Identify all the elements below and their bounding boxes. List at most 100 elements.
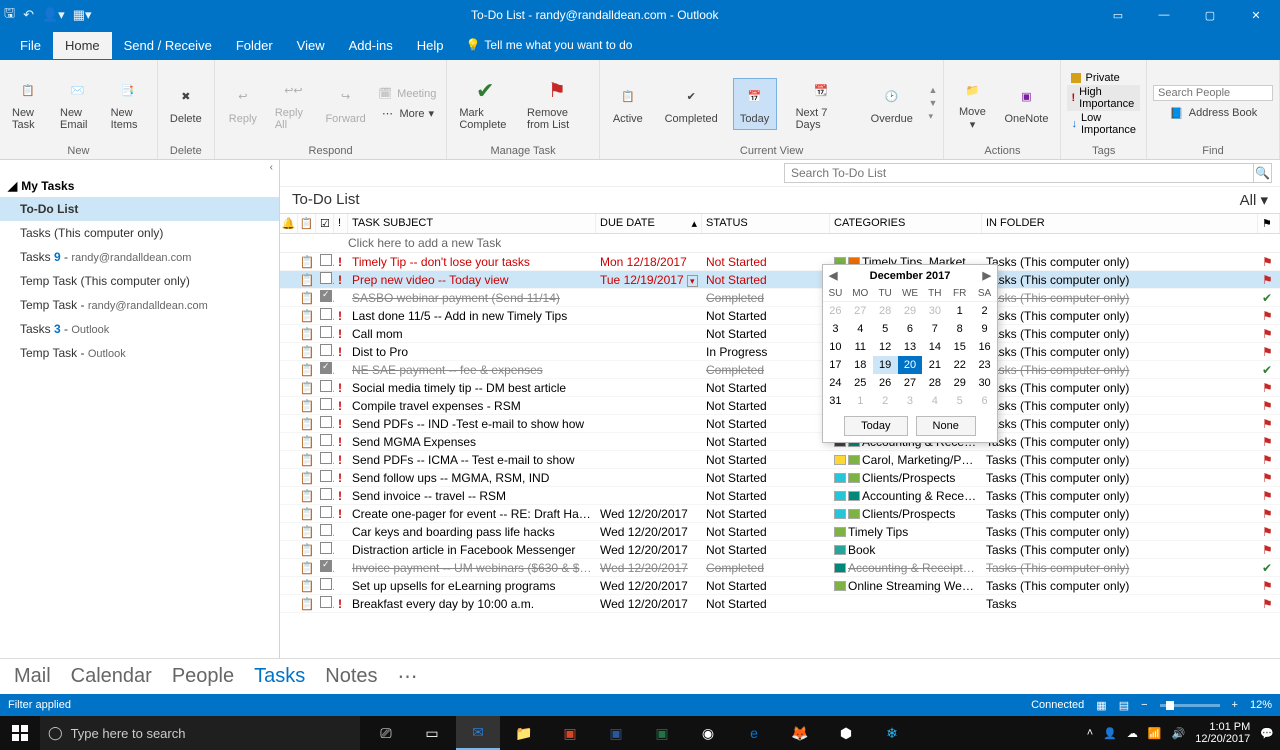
task-flag-icon[interactable]: ⚑ [1258,471,1280,485]
task-complete-checkbox[interactable] [316,452,334,467]
remove-from-list-button[interactable]: ⚑Remove from List [521,75,593,133]
task-due-date[interactable]: Wed 12/20/2017 [596,597,702,611]
menu-tab-addins[interactable]: Add-ins [337,32,405,59]
calendar-day[interactable]: 1 [848,392,873,410]
task-flag-icon[interactable]: ⚑ [1258,255,1280,269]
new-task-field[interactable]: Click here to add a new Task [280,234,1280,253]
tray-clock[interactable]: 1:01 PM12/20/2017 [1195,721,1250,745]
calendar-day[interactable]: 13 [898,338,923,356]
taskbar-firefox-icon[interactable]: 🦊 [778,716,822,750]
task-due-date[interactable]: Mon 12/18/2017 [596,255,702,269]
calendar-day[interactable]: 4 [848,320,873,338]
calendar-day[interactable]: 31 [823,392,848,410]
menu-tab-home[interactable]: Home [53,32,112,59]
minimize-button[interactable]: — [1144,1,1184,29]
task-complete-checkbox[interactable] [316,470,334,485]
task-row[interactable]: 📋!Create one-pager for event -- RE: Draf… [280,505,1280,523]
calendar-day[interactable]: 7 [922,320,947,338]
task-complete-checkbox[interactable] [316,596,334,611]
calendar-day[interactable]: 9 [972,320,997,338]
task-row[interactable]: 📋!Timely Tip -- don't lose your tasksMon… [280,253,1280,271]
calendar-day[interactable]: 27 [898,374,923,392]
calendar-day[interactable]: 26 [873,374,898,392]
qat-undo-icon[interactable]: ↶ [23,7,34,23]
new-email-button[interactable]: ✉️New Email [54,75,101,133]
task-row[interactable]: 📋!Send invoice -- travel -- RSMNot Start… [280,487,1280,505]
complete-col-icon[interactable]: ☑ [316,214,334,233]
status-col[interactable]: STATUS [702,214,830,233]
calendar-day[interactable]: 19 [873,356,898,374]
calendar-day[interactable]: 6 [898,320,923,338]
nav-tasks[interactable]: Tasks [254,665,305,688]
calendar-day[interactable]: 28 [922,374,947,392]
taskbar-word-icon[interactable]: ▣ [594,716,638,750]
close-button[interactable]: ✕ [1236,1,1276,29]
task-due-date[interactable]: Wed 12/20/2017 [596,507,702,521]
menu-tab-sendreceive[interactable]: Send / Receive [112,32,224,59]
task-row[interactable]: 📋SASBO webinar payment (Send 11/14)Compl… [280,289,1280,307]
qat-save-icon[interactable]: 🖫 [4,4,15,26]
taskbar-search[interactable]: ◯Type here to search [40,716,360,750]
zoom-out-icon[interactable]: − [1141,699,1147,711]
task-complete-checkbox[interactable] [316,416,334,431]
task-complete-checkbox[interactable] [316,506,334,521]
menu-tab-view[interactable]: View [285,32,337,59]
task-view-icon[interactable]: ⎚ [364,716,408,750]
taskbar-app2-icon[interactable]: ❄ [870,716,914,750]
type-col-icon[interactable]: 📋 [298,214,316,233]
nav-item[interactable]: Temp Task (This computer only) [0,269,279,293]
task-complete-checkbox[interactable] [316,290,334,305]
calendar-day[interactable]: 2 [972,302,997,320]
task-row[interactable]: 📋!Breakfast every day by 10:00 a.m.Wed 1… [280,595,1280,613]
subject-col[interactable]: TASK SUBJECT [348,214,596,233]
qat-contact-icon[interactable]: 👤▾ [42,7,65,23]
collapse-nav-icon[interactable]: ‹ [0,160,279,175]
task-flag-icon[interactable]: ⚑ [1258,435,1280,449]
folder-col[interactable]: IN FOLDER [982,214,1258,233]
task-flag-icon[interactable]: ⚑ [1258,543,1280,557]
calendar-day[interactable]: 29 [947,374,972,392]
nav-notes[interactable]: Notes [325,665,377,688]
nav-item[interactable]: Temp Task - Outlook [0,341,279,365]
task-row[interactable]: 📋!Social media timely tip -- DM best art… [280,379,1280,397]
task-complete-checkbox[interactable] [316,542,334,557]
task-flag-icon[interactable]: ✔ [1258,291,1280,305]
calendar-day[interactable]: 2 [873,392,898,410]
taskbar-explorer-icon[interactable]: 📁 [502,716,546,750]
task-due-date[interactable]: Wed 12/20/2017 [596,579,702,593]
task-flag-icon[interactable]: ⚑ [1258,399,1280,413]
nav-item[interactable]: Tasks 9 - randy@randalldean.com [0,245,279,269]
task-row[interactable]: 📋NE SAE payment -- fee & expensesComplet… [280,361,1280,379]
move-button[interactable]: 📁Move ▾ [950,74,994,133]
calendar-day[interactable]: 3 [898,392,923,410]
task-flag-icon[interactable]: ⚑ [1258,345,1280,359]
calendar-day[interactable]: 10 [823,338,848,356]
nav-item[interactable]: To-Do List [0,197,279,221]
categories-col[interactable]: CATEGORIES [830,214,982,233]
taskbar-chrome-icon[interactable]: ◉ [686,716,730,750]
task-complete-checkbox[interactable] [316,380,334,395]
high-importance-button[interactable]: !High Importance [1067,85,1140,111]
menu-tab-folder[interactable]: Folder [224,32,285,59]
calendar-day[interactable]: 5 [947,392,972,410]
taskbar-edge2-icon[interactable]: e [732,716,776,750]
calendar-day[interactable]: 8 [947,320,972,338]
tray-notifications-icon[interactable]: 💬 [1260,727,1274,740]
calendar-day[interactable]: 23 [972,356,997,374]
task-row[interactable]: 📋!Send follow ups -- MGMA, RSM, INDNot S… [280,469,1280,487]
calendar-day[interactable]: 27 [848,302,873,320]
taskbar-edge-icon[interactable]: ▭ [410,716,454,750]
calendar-day[interactable]: 22 [947,356,972,374]
task-complete-checkbox[interactable] [316,362,334,377]
reply-button[interactable]: ↩Reply [221,81,265,127]
tray-volume-icon[interactable]: 🔊 [1172,727,1186,740]
task-row[interactable]: 📋!Send PDFs -- IND -Test e-mail to show … [280,415,1280,433]
tray-network-icon[interactable]: 📶 [1148,727,1162,740]
start-button[interactable] [0,725,40,741]
calendar-day[interactable]: 21 [922,356,947,374]
tray-people-icon[interactable]: 👤 [1103,727,1117,740]
maximize-button[interactable]: ▢ [1190,1,1230,29]
taskbar-excel-icon[interactable]: ▣ [640,716,684,750]
zoom-in-icon[interactable]: + [1232,699,1238,711]
address-book-button[interactable]: 📘Address Book [1153,104,1273,122]
